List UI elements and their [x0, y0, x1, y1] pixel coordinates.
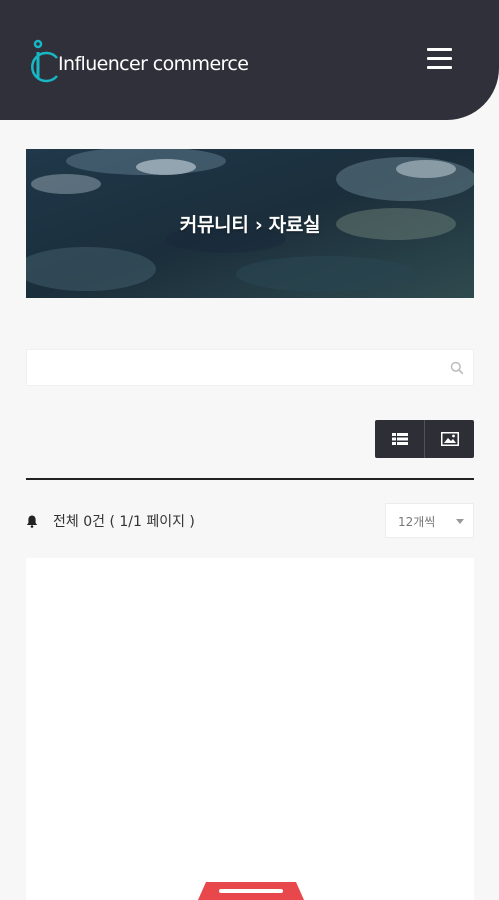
empty-box-icon: [198, 882, 304, 900]
bell-icon: [26, 515, 38, 528]
page-size-select[interactable]: 12개씩: [385, 503, 474, 538]
content-panel: [26, 558, 474, 900]
search-box: [26, 349, 474, 386]
gallery-view-button[interactable]: [425, 420, 474, 458]
logo-text: Influencer commerce: [58, 53, 249, 75]
page-size-value: 12개씩: [398, 515, 436, 529]
post-count: 전체 0건 ( 1/1 페이지 ): [26, 509, 195, 533]
search-input[interactable]: [27, 350, 437, 385]
list-view-button[interactable]: [375, 420, 424, 458]
view-toggle: [375, 420, 474, 458]
hamburger-menu-icon[interactable]: [425, 46, 455, 72]
gallery-view-icon: [440, 432, 459, 446]
chevron-down-icon: [456, 519, 464, 524]
page-banner: 커뮤니티 › 자료실: [26, 149, 474, 298]
section-divider: [26, 478, 474, 480]
logo[interactable]: Influencer commerce: [31, 38, 251, 84]
banner-title: 커뮤니티 › 자료실: [179, 214, 321, 236]
total-count-text: 전체 0건 ( 1/1 페이지 ): [53, 514, 195, 530]
site-header: Influencer commerce: [0, 0, 499, 120]
list-view-icon: [391, 433, 408, 445]
logo-mark-icon: [31, 39, 58, 83]
search-icon[interactable]: [450, 361, 464, 375]
